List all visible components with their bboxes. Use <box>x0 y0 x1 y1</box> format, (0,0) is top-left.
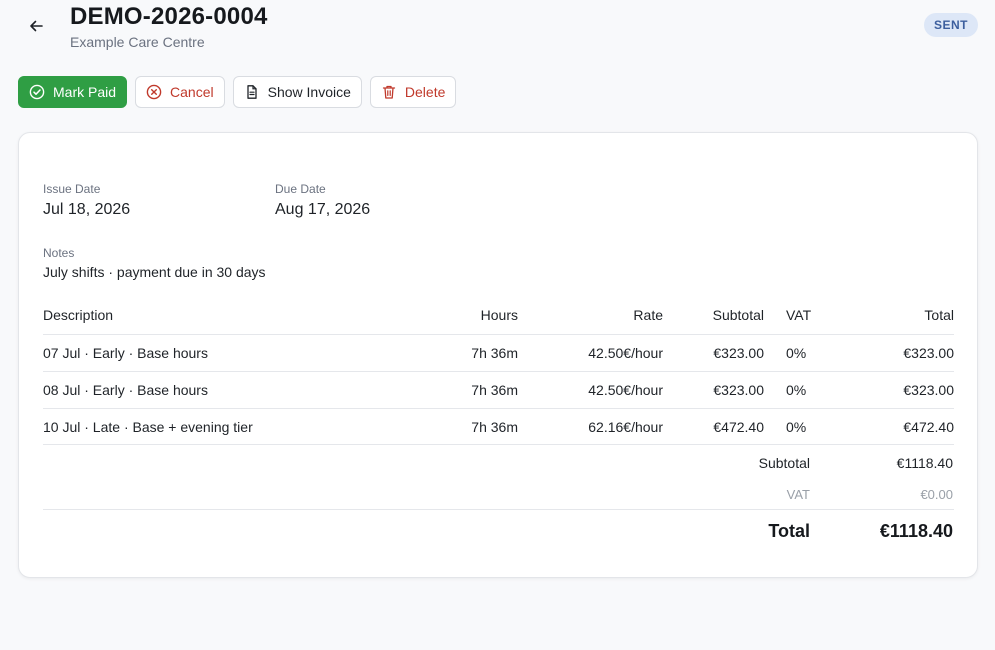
row-description: 07 Jul · Early · Base hours <box>43 333 373 371</box>
row-vat: 0% <box>764 333 833 371</box>
row-hours: 7h 36m <box>373 333 518 371</box>
x-circle-icon <box>146 84 162 100</box>
mark-paid-label: Mark Paid <box>53 84 117 100</box>
row-rate: 42.50€/hour <box>518 370 663 408</box>
show-invoice-button[interactable]: Show Invoice <box>232 76 362 108</box>
row-subtotal: €323.00 <box>663 370 764 408</box>
delete-button[interactable]: Delete <box>369 76 457 108</box>
trash-icon <box>382 85 396 99</box>
page-title: DEMO-2026-0004 <box>70 3 268 30</box>
table-row: 07 Jul · Early · Base hours 7h 36m 42.50… <box>43 333 954 371</box>
notes-label: Notes <box>43 246 75 260</box>
table-row: 10 Jul · Late · Base + evening tier 7h 3… <box>43 407 954 445</box>
row-hours: 7h 36m <box>373 370 518 408</box>
row-total: €323.00 <box>833 370 954 408</box>
col-subtotal: Subtotal <box>712 307 764 324</box>
col-total: Total <box>924 307 954 324</box>
delete-label: Delete <box>404 84 446 100</box>
row-description: 08 Jul · Early · Base hours <box>43 370 373 408</box>
row-vat: 0% <box>764 370 833 408</box>
arrow-left-icon <box>30 20 43 32</box>
show-invoice-label: Show Invoice <box>267 84 351 100</box>
row-rate: 62.16€/hour <box>518 407 663 445</box>
subtotal-value: €1118.40 <box>896 455 953 471</box>
action-toolbar: Mark Paid Cancel Show Invoice Delete <box>18 76 457 108</box>
invoice-card: Issue Date Jul 18, 2026 Due Date Aug 17,… <box>18 132 978 578</box>
back-button[interactable] <box>22 14 50 38</box>
row-subtotal: €323.00 <box>663 333 764 371</box>
row-description: 10 Jul · Late · Base + evening tier <box>43 407 373 445</box>
col-description: Description <box>43 307 114 324</box>
due-date-value: Aug 17, 2026 <box>275 201 371 218</box>
table-row: 08 Jul · Early · Base hours 7h 36m 42.50… <box>43 370 954 408</box>
cancel-label: Cancel <box>170 84 214 100</box>
invoice-detail-page: DEMO-2026-0004 Example Care Centre SENT … <box>0 0 995 650</box>
status-badge: SENT <box>923 13 978 37</box>
col-rate: Rate <box>633 307 663 324</box>
vat-value: €0.00 <box>920 487 953 502</box>
totals-divider <box>43 509 954 510</box>
line-items-table: Description Hours Rate Subtotal VAT Tota… <box>43 297 954 445</box>
total-label: Total <box>768 521 810 541</box>
row-rate: 42.50€/hour <box>518 333 663 371</box>
document-icon <box>246 85 257 99</box>
mark-paid-button[interactable]: Mark Paid <box>18 76 128 108</box>
notes-value: July shifts · payment due in 30 days <box>43 264 266 280</box>
check-circle-icon <box>29 84 45 100</box>
row-vat: 0% <box>764 407 833 445</box>
cancel-button[interactable]: Cancel <box>135 76 225 108</box>
vat-label: VAT <box>786 487 810 502</box>
subtotal-label: Subtotal <box>758 455 810 471</box>
issue-date-label: Issue Date <box>43 182 101 196</box>
issue-date-value: Jul 18, 2026 <box>43 201 131 218</box>
row-total: €323.00 <box>833 333 954 371</box>
col-hours: Hours <box>480 307 518 324</box>
table-bottom-divider <box>43 444 954 445</box>
col-vat: VAT <box>786 307 812 324</box>
page-subtitle: Example Care Centre <box>70 34 205 50</box>
table-header-row: Description Hours Rate Subtotal VAT Tota… <box>43 297 954 334</box>
due-date-label: Due Date <box>275 182 326 196</box>
row-total: €472.40 <box>833 407 954 445</box>
total-value: €1118.40 <box>879 521 953 541</box>
row-subtotal: €472.40 <box>663 407 764 445</box>
row-hours: 7h 36m <box>373 407 518 445</box>
